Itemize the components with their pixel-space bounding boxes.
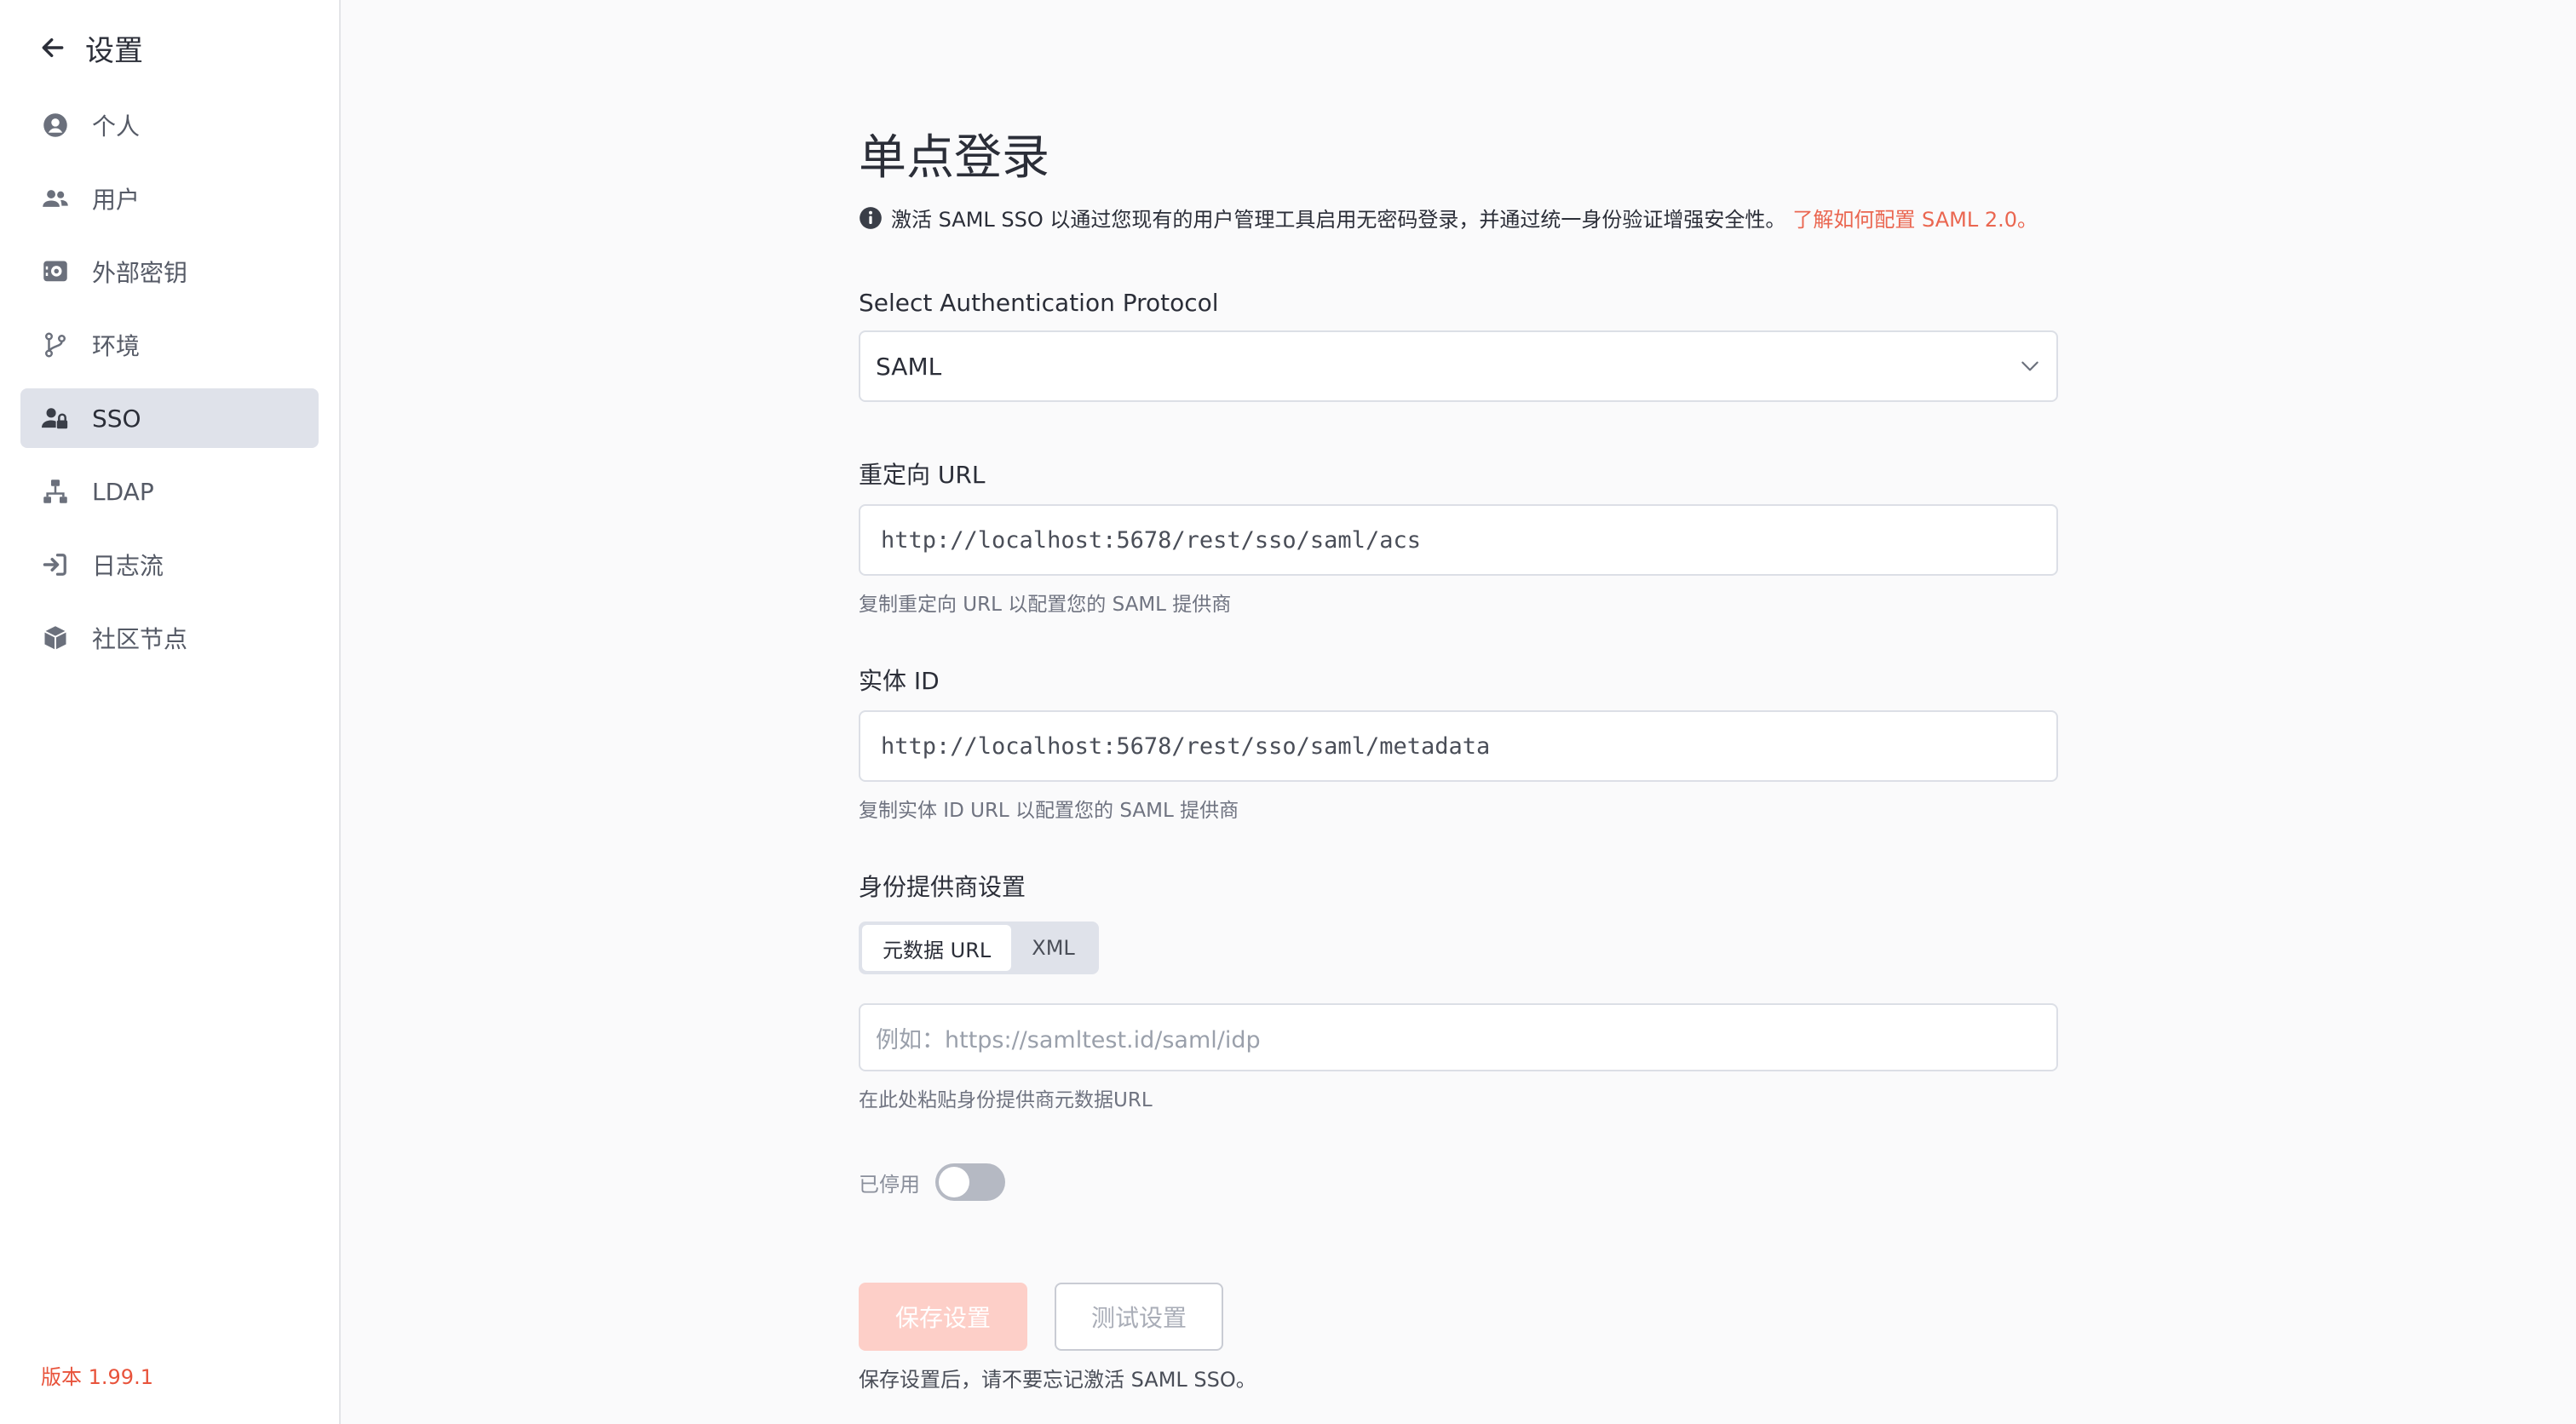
sso-status-row: 已停用 — [859, 1163, 2058, 1201]
sidebar-item-label: LDAP — [92, 477, 154, 506]
redirect-url-label: 重定向 URL — [859, 461, 986, 489]
sidebar-item-external-secrets[interactable]: 外部密钥 — [20, 242, 319, 301]
metadata-url-placeholder: 例如：https://samltest.id/saml/idp — [876, 1026, 1261, 1054]
sidebar-item-label: 日志流 — [92, 552, 164, 580]
sidebar-item-label: 环境 — [92, 332, 141, 360]
save-settings-button[interactable]: 保存设置 — [859, 1283, 1027, 1351]
redirect-url-field[interactable]: http://localhost:5678/rest/sso/saml/acs — [859, 504, 2058, 576]
sidebar-item-log-streaming[interactable]: 日志流 — [20, 535, 319, 594]
idp-mode-switch: 元数据 URL XML — [859, 922, 1099, 974]
sidebar-item-label: 个人 — [92, 112, 141, 141]
page-title: 单点登录 — [859, 130, 1049, 186]
entity-id-label: 实体 ID — [859, 667, 940, 695]
sidebar-nav: 个人 用户 外部密钥 环境 SSO LDAP 日志流 社区节点 — [0, 95, 339, 668]
app: 设置 个人 用户 外部密钥 环境 SSO LDAP 日志流 社区节点 版本 1.… — [0, 0, 2576, 1424]
sso-status-label: 已停用 — [859, 1172, 920, 1197]
sidebar-title: 设置 — [85, 33, 143, 68]
sidebar-item-label: 外部密钥 — [92, 259, 188, 287]
main-content: 单点登录 激活 SAML SSO 以通过您现有的用户管理工具启用无密码登录，并通… — [341, 0, 2576, 1424]
cube-icon — [41, 623, 70, 652]
idp-settings-section: 身份提供商设置 元数据 URL XML 例如：https://samltest.… — [859, 869, 2058, 1112]
vault-icon — [41, 257, 70, 286]
redirect-url-section: 重定向 URL http://localhost:5678/rest/sso/s… — [859, 456, 2058, 617]
action-buttons: 保存设置 测试设置 — [859, 1283, 2058, 1351]
sidebar-item-personal[interactable]: 个人 — [20, 95, 319, 155]
network-icon — [41, 477, 70, 506]
info-icon — [860, 206, 882, 229]
idp-settings-label: 身份提供商设置 — [859, 873, 1026, 901]
sidebar-item-sso[interactable]: SSO — [20, 388, 319, 448]
entity-id-value: http://localhost:5678/rest/sso/saml/meta… — [881, 732, 1491, 760]
sidebar-item-label: 社区节点 — [92, 625, 188, 653]
sidebar-item-community-nodes[interactable]: 社区节点 — [20, 608, 319, 668]
sso-settings-form: 单点登录 激活 SAML SSO 以通过您现有的用户管理工具启用无密码登录，并通… — [859, 119, 2058, 1392]
sidebar-header: 设置 — [0, 0, 339, 95]
info-text: 激活 SAML SSO 以通过您现有的用户管理工具启用无密码登录，并通过统一身份… — [891, 208, 1786, 232]
info-banner: 激活 SAML SSO 以通过您现有的用户管理工具启用无密码登录，并通过统一身份… — [859, 203, 2058, 233]
sidebar-item-users[interactable]: 用户 — [20, 169, 319, 228]
chevron-down-icon — [2021, 361, 2038, 371]
entity-id-section: 实体 ID http://localhost:5678/rest/sso/sam… — [859, 663, 2058, 823]
metadata-url-input[interactable]: 例如：https://samltest.id/saml/idp — [859, 1003, 2058, 1071]
back-arrow-icon[interactable] — [36, 31, 70, 65]
test-settings-button[interactable]: 测试设置 — [1055, 1283, 1223, 1351]
git-branch-icon — [41, 330, 70, 359]
protocol-label: Select Authentication Protocol — [859, 289, 1219, 317]
sidebar-item-environments[interactable]: 环境 — [20, 315, 319, 375]
tab-xml[interactable]: XML — [1011, 925, 1095, 971]
user-circle-icon — [41, 111, 70, 140]
sidebar: 设置 个人 用户 外部密钥 环境 SSO LDAP 日志流 社区节点 版本 1.… — [0, 0, 341, 1424]
sign-in-icon — [41, 550, 70, 579]
learn-saml-link[interactable]: 了解如何配置 SAML 2.0。 — [1792, 203, 2038, 233]
metadata-url-hint: 在此处粘贴身份提供商元数据URL — [859, 1089, 1153, 1111]
toggle-knob — [939, 1167, 969, 1197]
users-icon — [41, 184, 70, 213]
protocol-section: Select Authentication Protocol SAML — [859, 289, 2058, 402]
entity-id-field[interactable]: http://localhost:5678/rest/sso/saml/meta… — [859, 710, 2058, 782]
redirect-url-value: http://localhost:5678/rest/sso/saml/acs — [881, 526, 1421, 554]
entity-id-hint: 复制实体 ID URL 以配置您的 SAML 提供商 — [859, 800, 1239, 822]
sidebar-item-ldap[interactable]: LDAP — [20, 462, 319, 521]
sidebar-item-label: SSO — [92, 404, 141, 433]
version-label: 版本 1.99.1 — [41, 1365, 153, 1389]
user-lock-icon — [41, 404, 70, 433]
sidebar-item-label: 用户 — [92, 186, 141, 214]
sso-enable-toggle[interactable] — [935, 1163, 1005, 1201]
protocol-select[interactable]: SAML — [859, 330, 2058, 402]
tab-metadata-url[interactable]: 元数据 URL — [862, 925, 1012, 971]
protocol-select-value: SAML — [876, 352, 942, 381]
redirect-url-hint: 复制重定向 URL 以配置您的 SAML 提供商 — [859, 594, 1232, 616]
save-reminder-text: 保存设置后，请不要忘记激活 SAML SSO。 — [859, 1368, 1256, 1392]
